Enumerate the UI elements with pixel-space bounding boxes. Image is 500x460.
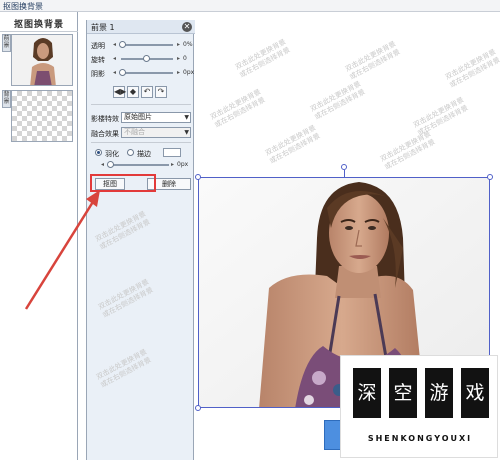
feather-label: 羽化 bbox=[105, 150, 119, 158]
badge-char: 空 bbox=[389, 368, 417, 418]
shadow-row: 阴影 ◂ ▸ 0px bbox=[91, 68, 195, 78]
edge-label: 描边 bbox=[137, 150, 151, 158]
badge-char: 戏 bbox=[461, 368, 489, 418]
feather-radio[interactable] bbox=[95, 149, 102, 156]
divider bbox=[91, 142, 191, 143]
watermark-text: 双击此处更换背景 或在右侧选择背景 bbox=[379, 129, 437, 172]
resize-handle[interactable] bbox=[195, 405, 201, 411]
edge-color-input[interactable] bbox=[163, 148, 181, 157]
flip-vertical-icon[interactable]: ◆ bbox=[127, 86, 139, 98]
badge-char: 游 bbox=[425, 368, 453, 418]
effect-select[interactable]: 原始图片 ▼ bbox=[121, 112, 191, 123]
window-titlebar: 抠图换背景 bbox=[0, 0, 500, 12]
site-badge: 深 空 游 戏 SHENKONGYOUXI bbox=[340, 355, 498, 458]
rotate-label: 旋转 bbox=[91, 56, 105, 64]
shadow-increase-icon[interactable]: ▸ bbox=[177, 69, 180, 76]
shadow-slider-knob[interactable] bbox=[119, 69, 126, 76]
resize-handle[interactable] bbox=[487, 174, 493, 180]
rotate-increase-icon[interactable]: ▸ bbox=[177, 55, 180, 62]
feather-slider-row: ◂ ▸ 0px bbox=[91, 160, 193, 170]
rotate-slider-knob[interactable] bbox=[143, 55, 150, 62]
effect-row: 影楼特效 原始图片 ▼ bbox=[91, 112, 193, 124]
rotate-value: 0 bbox=[183, 55, 187, 62]
blend-select-value: 不融合 bbox=[124, 128, 145, 136]
feather-value: 0px bbox=[177, 161, 189, 168]
resize-handle[interactable] bbox=[195, 174, 201, 180]
window-title: 抠图换背景 bbox=[3, 2, 43, 11]
layers-panel-title: 抠图换背景 bbox=[14, 20, 65, 30]
properties-title: 前景 1 bbox=[91, 23, 115, 32]
shadow-slider[interactable] bbox=[119, 69, 173, 76]
rotate-left-icon[interactable]: ↶ bbox=[141, 86, 153, 98]
opacity-increase-icon[interactable]: ▸ bbox=[177, 41, 180, 48]
shadow-decrease-icon[interactable]: ◂ bbox=[113, 69, 116, 76]
opacity-slider-knob[interactable] bbox=[119, 41, 126, 48]
feather-slider[interactable] bbox=[107, 161, 169, 168]
watermark-text: 双击此处更换背景 或在右侧选择背景 bbox=[344, 39, 402, 82]
badge-text: SHENKONGYOUXI bbox=[367, 434, 473, 443]
blend-select[interactable]: 不融合 ▼ bbox=[121, 127, 191, 138]
watermark-text: 双击此处更换背景 或在右侧选择背景 bbox=[264, 123, 322, 166]
watermark-text: 双击此处更换背景 或在右侧选择背景 bbox=[234, 37, 292, 80]
rotate-handle-stem bbox=[344, 170, 345, 178]
feather-decrease-icon[interactable]: ◂ bbox=[101, 161, 104, 168]
blend-row: 融合效果 不融合 ▼ bbox=[91, 127, 193, 139]
shadow-value: 0px bbox=[183, 69, 195, 76]
foreground-layer-thumbnail[interactable] bbox=[11, 34, 73, 86]
layer-tab-background[interactable]: 背景 bbox=[2, 90, 11, 108]
transform-toolbar: ◀▶ ◆ ↶ ↷ bbox=[113, 86, 169, 98]
shadow-label: 阴影 bbox=[91, 70, 105, 78]
edge-radio[interactable] bbox=[127, 149, 134, 156]
blend-label: 融合效果 bbox=[91, 130, 119, 138]
opacity-row: 透明 ◂ ▸ 0% bbox=[91, 40, 193, 50]
rotate-row: 旋转 ◂ ▸ 0 bbox=[91, 54, 193, 64]
opacity-value: 0% bbox=[183, 41, 193, 48]
close-icon[interactable]: ✕ bbox=[182, 22, 192, 32]
feather-increase-icon[interactable]: ▸ bbox=[171, 161, 174, 168]
effect-select-value: 原始图片 bbox=[124, 113, 152, 121]
chevron-down-icon: ▼ bbox=[184, 114, 189, 121]
edge-mode-row: 羽化 描边 bbox=[93, 148, 193, 158]
flip-horizontal-icon[interactable]: ◀▶ bbox=[113, 86, 126, 98]
layer-tab-foreground[interactable]: 前景 bbox=[2, 34, 11, 52]
chevron-down-icon: ▼ bbox=[184, 129, 189, 136]
rotate-slider[interactable] bbox=[121, 55, 173, 62]
watermark-text: 双击此处更换背景 或在右侧选择背景 bbox=[444, 47, 500, 90]
red-arrow-annotation bbox=[24, 190, 100, 310]
feather-slider-knob[interactable] bbox=[107, 161, 114, 168]
properties-header: 前景 1 ✕ bbox=[87, 20, 195, 34]
divider bbox=[91, 104, 191, 105]
rotate-right-icon[interactable]: ↷ bbox=[155, 86, 167, 98]
rotate-decrease-icon[interactable]: ◂ bbox=[113, 55, 116, 62]
opacity-slider[interactable] bbox=[119, 41, 173, 48]
badge-char: 深 bbox=[353, 368, 381, 418]
watermark-text: 双击此处更换背景 或在右侧选择背景 bbox=[412, 95, 470, 138]
watermark-text: 双击此处更换背景 或在右侧选择背景 bbox=[309, 79, 367, 122]
woman-photo-thumbnail bbox=[12, 35, 72, 85]
background-layer-thumbnail[interactable] bbox=[11, 90, 73, 142]
opacity-decrease-icon[interactable]: ◂ bbox=[113, 41, 116, 48]
watermark-text: 双击此处更换背景 或在右侧选择背景 bbox=[209, 87, 267, 130]
effect-label: 影楼特效 bbox=[91, 115, 119, 123]
opacity-label: 透明 bbox=[91, 42, 105, 50]
layers-panel-header: 抠图换背景 bbox=[0, 12, 78, 32]
